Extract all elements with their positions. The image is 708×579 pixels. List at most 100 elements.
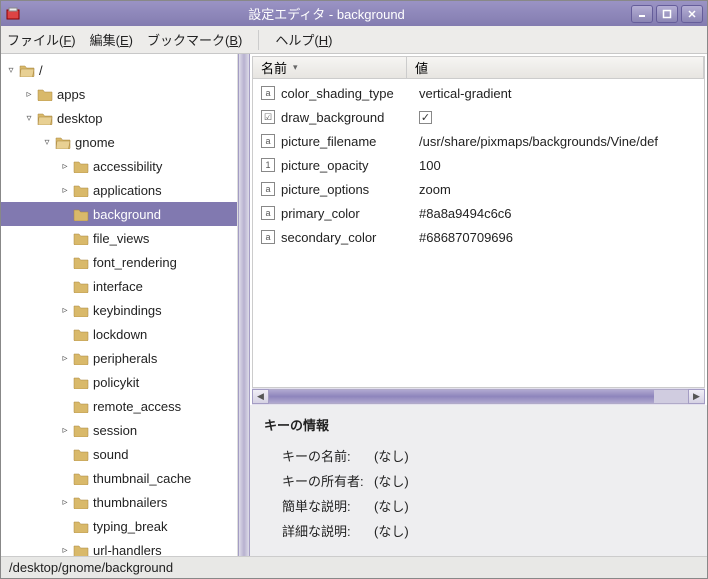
checkbox-icon[interactable]: ✓	[419, 111, 432, 124]
key-info-section: キーの情報 キーの名前:(なし)キーの所有者:(なし)簡単な説明:(なし)詳細な…	[250, 405, 707, 556]
maximize-button[interactable]	[656, 5, 678, 23]
scroll-thumb[interactable]	[269, 390, 654, 403]
cell-name: color_shading_type	[281, 86, 394, 101]
info-label: 詳細な説明:	[282, 521, 374, 540]
tree-label: interface	[93, 279, 143, 294]
tree-label: peripherals	[93, 351, 157, 366]
menu-file[interactable]: ファイル(F)	[7, 30, 76, 49]
tree-label: accessibility	[93, 159, 162, 174]
tree-item-peripherals[interactable]: ▹ peripherals	[1, 346, 237, 370]
menu-edit[interactable]: 編集(E)	[90, 30, 133, 49]
table-row[interactable]: a picture_filename/usr/share/pixmaps/back…	[253, 129, 704, 153]
tree-label: gnome	[75, 135, 115, 150]
expander-icon[interactable]: ▹	[59, 353, 71, 364]
table-row[interactable]: asecondary_color#686870709696	[253, 225, 704, 249]
info-label: キーの名前:	[282, 446, 374, 465]
app-icon	[5, 6, 21, 22]
tree-item-applications[interactable]: ▹ applications	[1, 178, 237, 202]
horizontal-scrollbar[interactable]: ◀ ▶	[252, 388, 705, 405]
close-button[interactable]	[681, 5, 703, 23]
cell-name: primary_color	[281, 206, 360, 221]
tree-item-desktop[interactable]: ▿ desktop	[1, 106, 237, 130]
expander-icon[interactable]: ▿	[41, 137, 53, 148]
expander-icon[interactable]: ▹	[59, 161, 71, 172]
expander-icon[interactable]: ▿	[5, 65, 17, 76]
tree-item-interface[interactable]: interface	[1, 274, 237, 298]
column-value[interactable]: 値	[407, 57, 704, 78]
scroll-left-button[interactable]: ◀	[252, 389, 269, 404]
table-row[interactable]: aprimary_color#8a8a9494c6c6	[253, 201, 704, 225]
statusbar: /desktop/gnome/background	[1, 556, 707, 578]
tree-label: applications	[93, 183, 162, 198]
tree-item-typing_break[interactable]: typing_break	[1, 514, 237, 538]
tree-item-accessibility[interactable]: ▹ accessibility	[1, 154, 237, 178]
tree-item-policykit[interactable]: policykit	[1, 370, 237, 394]
tree-item-session[interactable]: ▹ session	[1, 418, 237, 442]
column-name[interactable]: 名前▾	[253, 57, 407, 78]
tree-item-remote_access[interactable]: remote_access	[1, 394, 237, 418]
table-row[interactable]: a color_shading_type vertical-gradient	[253, 81, 704, 105]
window-title: 設定エディタ - background	[25, 4, 628, 23]
tree-item-keybindings[interactable]: ▹ keybindings	[1, 298, 237, 322]
type-icon: 1	[261, 158, 275, 172]
tree-item-sound[interactable]: sound	[1, 442, 237, 466]
scroll-track[interactable]	[269, 389, 688, 404]
tree-root[interactable]: ▿/	[1, 58, 237, 82]
tree-item-thumbnail_cache[interactable]: thumbnail_cache	[1, 466, 237, 490]
menu-help[interactable]: ヘルプ(H)	[275, 30, 332, 49]
cell-name: picture_filename	[281, 134, 376, 149]
tree-label: background	[93, 207, 161, 222]
tree-pane[interactable]: ▿/▹apps▿desktop▿gnome▹accessibility▹appl…	[1, 54, 238, 556]
right-pane: 名前▾ 値 a color_shading_type vertical-gradie…	[250, 54, 707, 556]
tree-item-gnome[interactable]: ▿ gnome	[1, 130, 237, 154]
info-value: (なし)	[374, 471, 409, 490]
pane-splitter[interactable]	[238, 54, 250, 556]
expander-icon[interactable]: ▹	[59, 185, 71, 196]
cell-value: #686870709696	[419, 230, 513, 245]
expander-icon[interactable]: ▹	[59, 425, 71, 436]
tree-label: typing_break	[93, 519, 167, 534]
tree-item-font_rendering[interactable]: font_rendering	[1, 250, 237, 274]
expander-icon[interactable]: ▹	[59, 545, 71, 556]
scroll-right-button[interactable]: ▶	[688, 389, 705, 404]
tree-label: lockdown	[93, 327, 147, 342]
info-row: キーの所有者:(なし)	[282, 471, 693, 490]
tree-item-lockdown[interactable]: lockdown	[1, 322, 237, 346]
tree-item-background[interactable]: background	[1, 202, 237, 226]
expander-icon[interactable]: ▹	[23, 89, 35, 100]
menu-separator	[258, 30, 259, 50]
tree-label: apps	[57, 87, 85, 102]
cell-value: /usr/share/pixmaps/backgrounds/Vine/def	[419, 134, 658, 149]
minimize-button[interactable]	[631, 5, 653, 23]
tree-label: /	[39, 63, 43, 78]
table-row[interactable]: 1picture_opacity100	[253, 153, 704, 177]
tree-label: policykit	[93, 375, 139, 390]
table-row[interactable]: ☑draw_background✓	[253, 105, 704, 129]
tree-label: session	[93, 423, 137, 438]
sort-indicator-icon: ▾	[293, 62, 298, 73]
menu-bookmarks[interactable]: ブックマーク(B)	[147, 30, 242, 49]
tree-label: desktop	[57, 111, 103, 126]
table-row[interactable]: apicture_optionszoom	[253, 177, 704, 201]
type-icon: a	[261, 86, 275, 100]
tree-item-apps[interactable]: ▹ apps	[1, 82, 237, 106]
info-row: キーの名前:(なし)	[282, 446, 693, 465]
type-icon: a	[261, 182, 275, 196]
type-icon: a	[261, 134, 275, 148]
tree-item-file_views[interactable]: file_views	[1, 226, 237, 250]
content-area: ▿/▹apps▿desktop▿gnome▹accessibility▹appl…	[1, 54, 707, 556]
table-header: 名前▾ 値	[253, 57, 704, 79]
expander-icon[interactable]: ▹	[59, 497, 71, 508]
menubar: ファイル(F) 編集(E) ブックマーク(B) ヘルプ(H)	[1, 26, 707, 54]
cell-value: #8a8a9494c6c6	[419, 206, 512, 221]
info-label: キーの所有者:	[282, 471, 374, 490]
expander-icon[interactable]: ▿	[23, 113, 35, 124]
cell-value: vertical-gradient	[419, 86, 512, 101]
info-row: 簡単な説明:(なし)	[282, 496, 693, 515]
tree-item-thumbnailers[interactable]: ▹thumbnailers	[1, 490, 237, 514]
tree-label: sound	[93, 447, 128, 462]
tree-label: keybindings	[93, 303, 162, 318]
tree-item-url-handlers[interactable]: ▹url-handlers	[1, 538, 237, 556]
expander-icon[interactable]: ▹	[59, 305, 71, 316]
cell-name: picture_options	[281, 182, 369, 197]
